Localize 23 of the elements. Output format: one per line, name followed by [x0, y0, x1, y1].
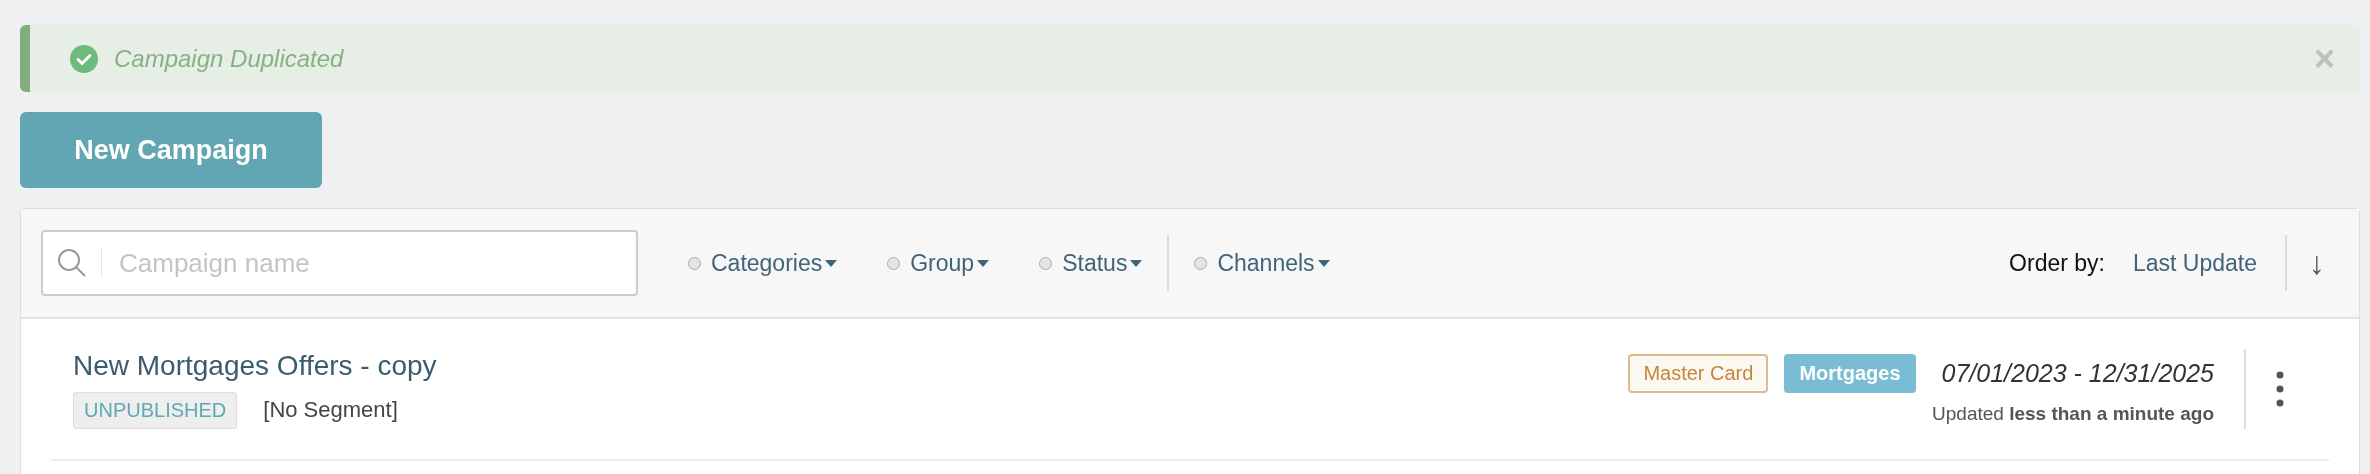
sort-direction-button[interactable]: ↓: [2309, 244, 2325, 282]
order-dropdown[interactable]: Last Update: [2132, 249, 2257, 277]
check-circle-icon: [70, 44, 98, 73]
filter-dropdown[interactable]: Channels: [1194, 249, 1330, 277]
tag: Master Card: [1628, 353, 1769, 393]
date-range: 07/01/2023 - 12/31/2025: [1941, 358, 2214, 388]
filter-dropdown[interactable]: Status: [1039, 249, 1143, 277]
filter-dropdown[interactable]: Group: [887, 249, 990, 277]
caret-icon: [1130, 259, 1143, 267]
campaign-title[interactable]: New Mortgages Offers - copy: [73, 349, 1629, 382]
caret-icon: [977, 259, 990, 267]
status-badge: UNPUBLISHED: [73, 391, 238, 429]
tag: Mortgages: [1784, 353, 1916, 393]
more-options-icon[interactable]: [2276, 371, 2284, 407]
caret-icon: [1317, 259, 1330, 267]
filter-dropdown[interactable]: Categories: [688, 249, 838, 277]
segment-label: [No Segment]: [263, 397, 398, 423]
updated-text: Updated less than a minute ago: [1932, 402, 2214, 425]
order-label: Order by:: [2009, 249, 2105, 277]
search-field[interactable]: Campaign name: [41, 230, 638, 296]
caret-icon: [825, 259, 838, 267]
search-icon: [57, 248, 87, 278]
alert-message: Campaign Duplicated: [114, 44, 345, 73]
